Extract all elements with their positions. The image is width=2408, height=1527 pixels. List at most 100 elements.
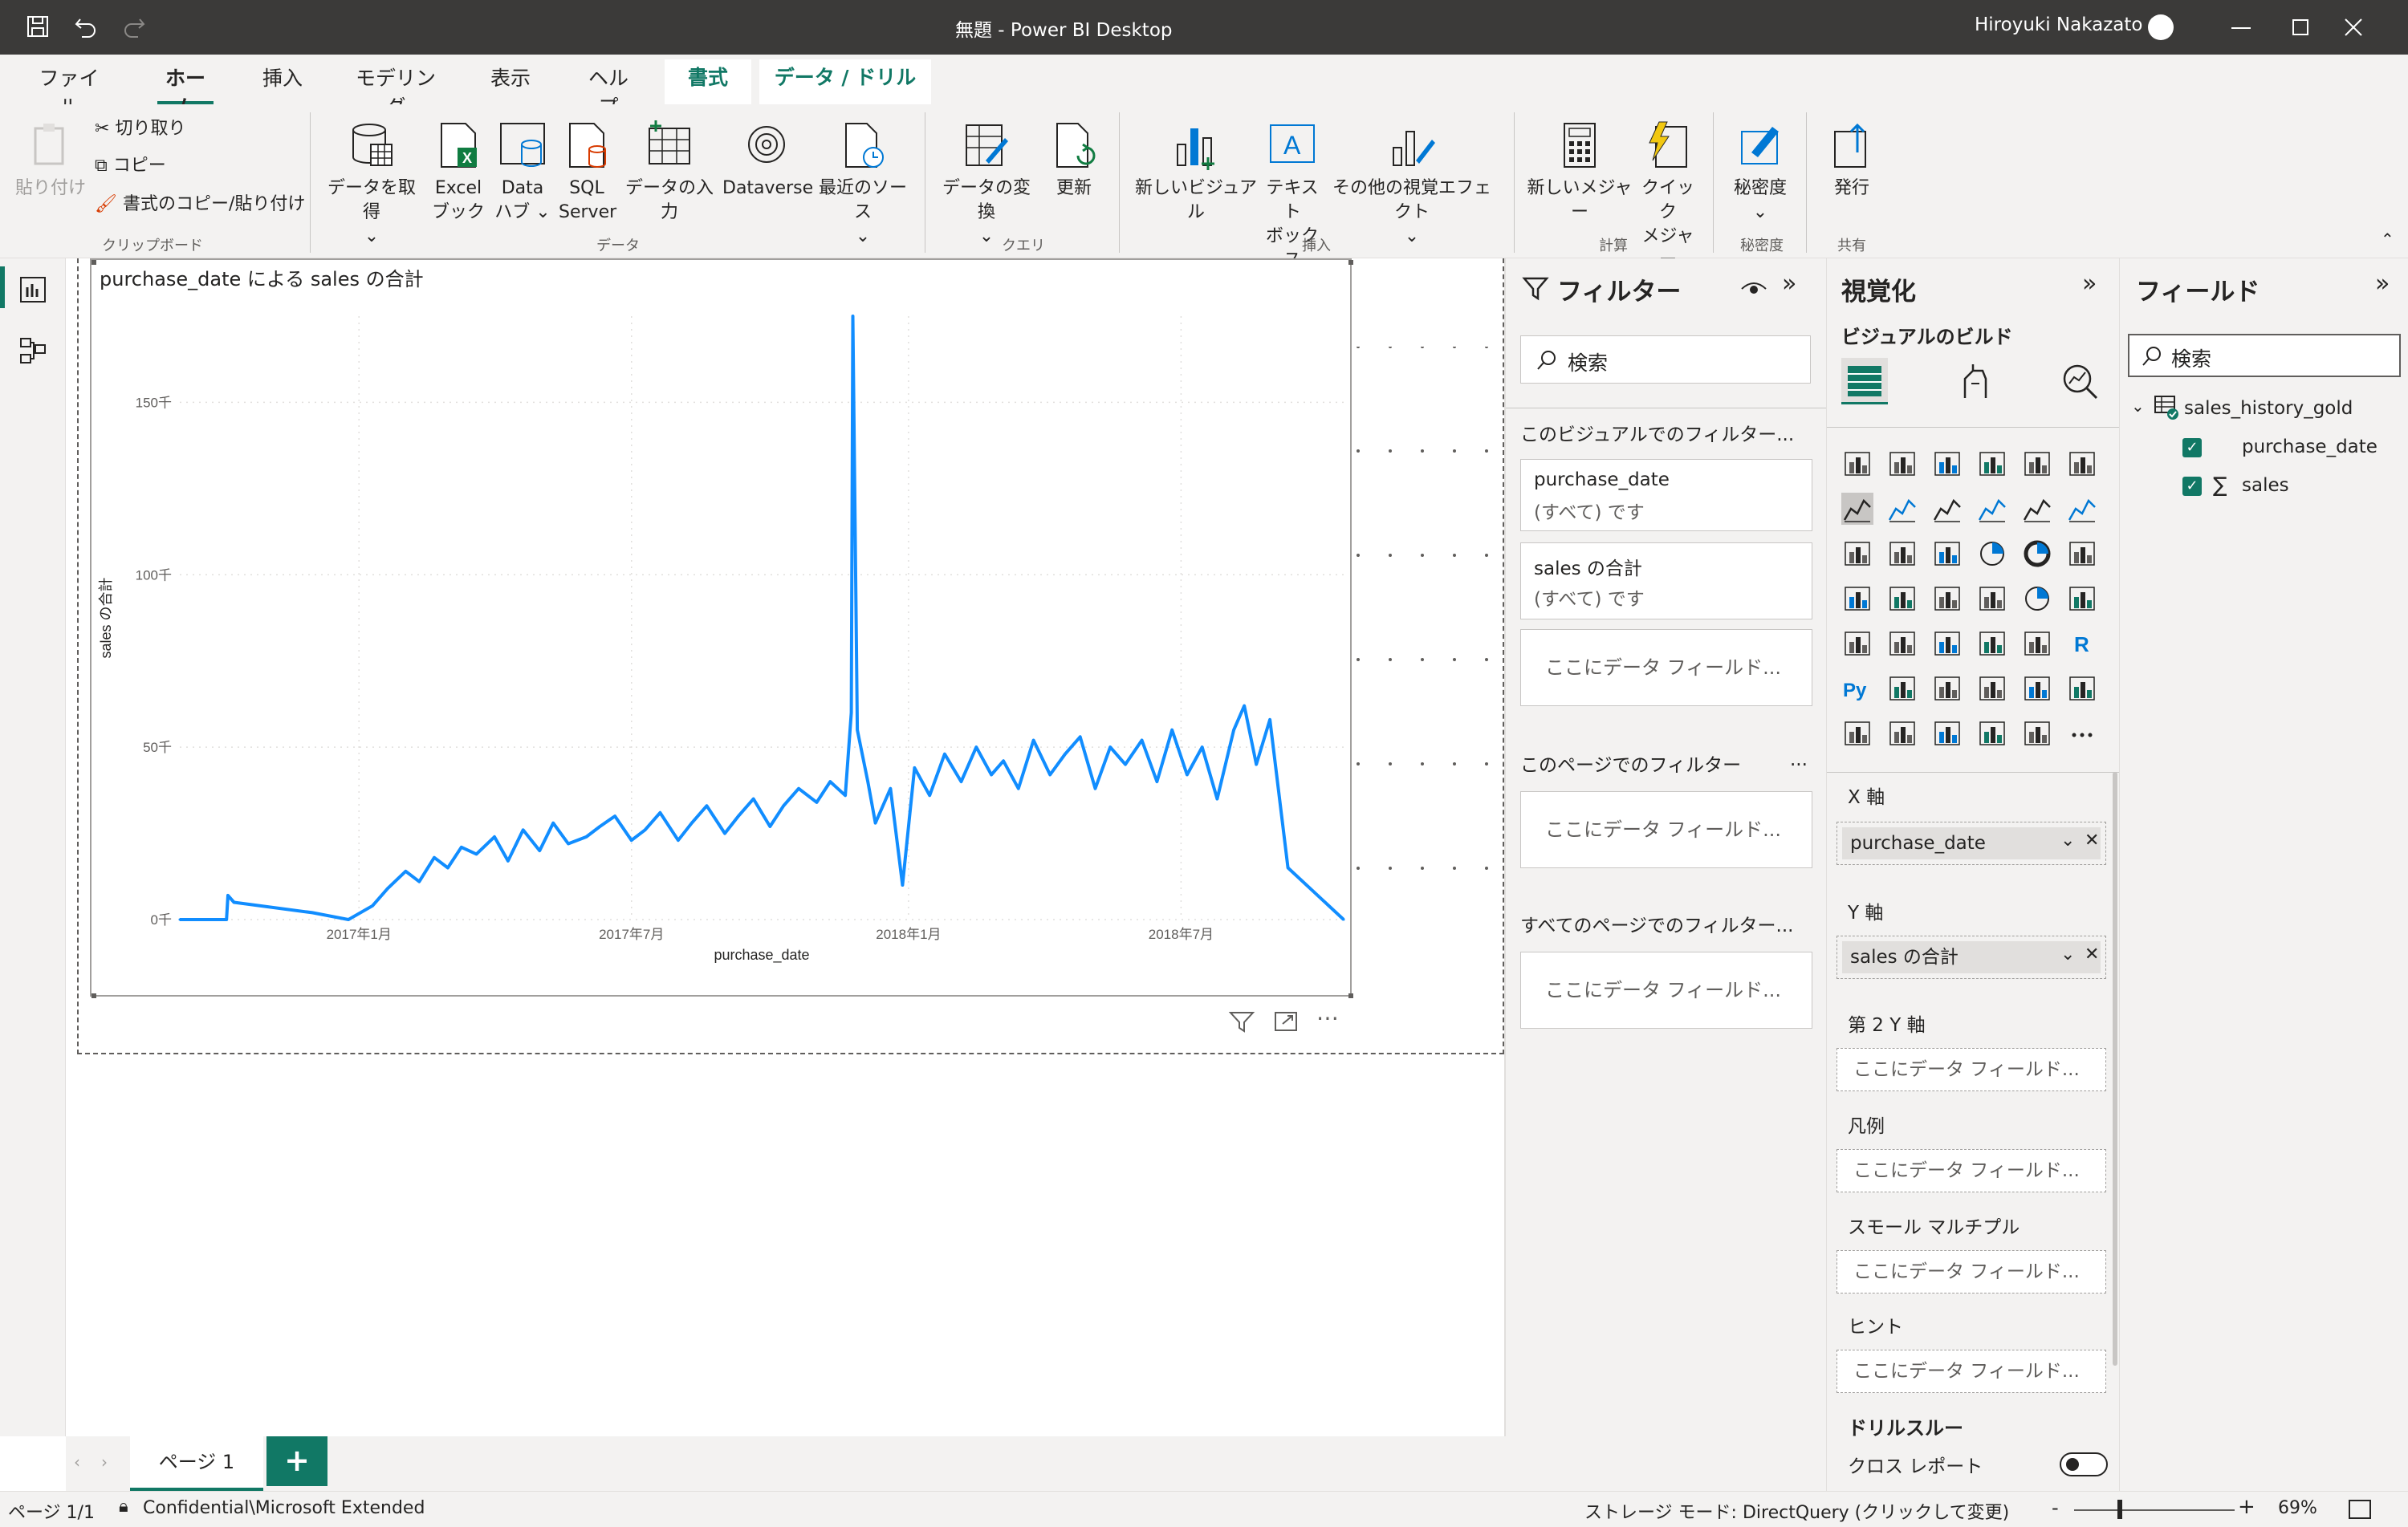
redo-icon[interactable] [122, 14, 146, 39]
avatar[interactable] [2148, 14, 2174, 40]
waterfall-icon[interactable] [1841, 538, 1873, 570]
format-visual-icon[interactable] [1954, 361, 1994, 401]
copy-button[interactable]: ⧉ コピー [95, 154, 166, 178]
stacked-column-icon[interactable] [1886, 448, 1918, 480]
remove-field-icon[interactable]: ✕ [2085, 944, 2099, 965]
checkbox-checked[interactable]: ✓ [2182, 477, 2202, 496]
focus-mode-icon[interactable] [1273, 1009, 1300, 1034]
power-automate-icon[interactable] [1931, 717, 1963, 749]
donut-icon[interactable] [2021, 538, 2053, 570]
zoom-in-icon[interactable]: + [2238, 1495, 2255, 1519]
100-stacked-column-icon[interactable] [2066, 448, 2098, 480]
stacked-area-icon[interactable] [1931, 493, 1963, 525]
fit-to-page-icon[interactable] [2349, 1500, 2371, 1519]
line-clustered-column-icon[interactable] [2021, 493, 2053, 525]
cross-report-toggle[interactable] [2060, 1452, 2108, 1476]
report-canvas[interactable]: purchase_date による sales の合計 0千 50千 100千 150… [66, 258, 1504, 1436]
undo-icon[interactable] [74, 14, 98, 39]
line-chart-visual[interactable]: purchase_date による sales の合計 0千 50千 100千 150… [90, 258, 1353, 998]
add-page-button[interactable]: + [266, 1436, 327, 1486]
card-icon[interactable] [2066, 583, 2098, 615]
key-influencers-icon[interactable] [1886, 672, 1918, 705]
tab-help[interactable]: ヘルプ [580, 64, 637, 119]
page-filters-more-icon[interactable]: ... [1790, 749, 1808, 770]
filter-card-purchase-date[interactable]: purchase_date (すべて) です [1520, 459, 1812, 531]
minimize-icon[interactable] [2231, 27, 2251, 29]
diamond-icon[interactable] [1976, 717, 2008, 749]
analytics-icon[interactable] [2060, 361, 2100, 401]
refresh-button[interactable]: 更新 [1043, 120, 1104, 201]
paste-button[interactable]: 貼り付け [14, 120, 87, 201]
tab-home[interactable]: ホーム [157, 64, 214, 119]
checkbox-checked[interactable]: ✓ [2182, 438, 2202, 457]
filled-map-icon[interactable] [1886, 583, 1918, 615]
area-icon[interactable] [1886, 493, 1918, 525]
scatter-icon[interactable] [1931, 538, 1963, 570]
new-measure-button[interactable]: 新しいメジャー [1523, 120, 1636, 225]
tab-modeling[interactable]: モデリング [352, 64, 440, 119]
field-purchase-date[interactable]: purchase_date [2242, 437, 2377, 457]
tooltips-well[interactable]: ここにデータ フィールド... [1837, 1350, 2106, 1393]
tab-format[interactable]: 書式 [665, 59, 751, 104]
filter-card-sales-sum[interactable]: sales の合計 (すべて) です [1520, 542, 1812, 619]
sql-server-button[interactable]: SQL Server [559, 120, 616, 225]
collapse-fields-icon[interactable]: » [2375, 270, 2390, 298]
ribbon-icon[interactable] [2066, 493, 2098, 525]
get-data-button[interactable]: データを取得 ⌄ [319, 120, 424, 249]
field-sales[interactable]: sales [2242, 475, 2289, 496]
tab-file[interactable]: ファイル [35, 64, 103, 119]
close-icon[interactable] [2344, 18, 2363, 37]
prev-page-icon[interactable]: ‹ [74, 1452, 80, 1472]
expand-table-icon[interactable]: ⌄ [2131, 396, 2145, 416]
slicer-icon[interactable] [1931, 627, 1963, 660]
collapse-ribbon-icon[interactable]: ⌃ [2381, 229, 2394, 249]
sensitivity-button[interactable]: 秘密度 ⌄ [1724, 120, 1796, 225]
matrix-icon[interactable] [2021, 627, 2053, 660]
visual-filter-drop-zone[interactable]: ここにデータ フィールド... [1520, 629, 1812, 706]
collapse-filters-icon[interactable]: » [1782, 270, 1796, 298]
kpi-icon[interactable] [1886, 627, 1918, 660]
azure-map-icon[interactable] [1976, 583, 2008, 615]
zoom-out-icon[interactable]: - [2052, 1497, 2059, 1519]
next-page-icon[interactable]: › [101, 1452, 108, 1472]
sensitivity-label-status[interactable]: Confidential\Microsoft Extended [143, 1498, 425, 1518]
remove-field-icon[interactable]: ✕ [2085, 831, 2099, 851]
zoom-slider[interactable] [2074, 1509, 2235, 1511]
stacked-bar-icon[interactable] [1841, 448, 1873, 480]
more-options-icon[interactable]: ⋯ [1316, 1005, 1339, 1031]
more-visuals-button[interactable]: その他の視覚エフェクト ⌄ [1326, 120, 1498, 249]
page-filter-drop-zone[interactable]: ここにデータ フィールド... [1520, 791, 1812, 868]
transform-data-button[interactable]: データの変換 ⌄ [934, 120, 1039, 249]
clustered-column-icon[interactable] [1976, 448, 2008, 480]
user-name[interactable]: Hiroyuki Nakazato [1975, 14, 2142, 35]
enter-data-button[interactable]: データの入力 [620, 120, 719, 225]
tab-insert[interactable]: 挿入 [258, 64, 307, 104]
cut-button[interactable]: ✂ 切り取り [95, 117, 185, 141]
more-icon[interactable] [2066, 717, 2098, 749]
tab-view[interactable]: 表示 [486, 64, 535, 104]
pie-icon[interactable] [1976, 538, 2008, 570]
metrics-icon[interactable] [2066, 672, 2098, 705]
page-tab-1[interactable]: ページ 1 [130, 1436, 263, 1491]
build-visual-tab[interactable] [1841, 358, 1888, 404]
new-visual-button[interactable]: 新しいビジュアル [1132, 120, 1260, 225]
table-icon[interactable] [1976, 627, 2008, 660]
filter-icon[interactable] [1228, 1009, 1255, 1034]
decomposition-tree-icon[interactable] [1931, 672, 1963, 705]
paginated-report-icon[interactable] [1841, 717, 1873, 749]
dataverse-button[interactable]: Dataverse [722, 120, 813, 201]
tab-data-drill[interactable]: データ / ドリル [759, 59, 931, 104]
legend-well[interactable]: ここにデータ フィールド... [1837, 1149, 2106, 1192]
funnel-icon[interactable] [1886, 538, 1918, 570]
chevron-icon[interactable] [2021, 717, 2053, 749]
restore-icon[interactable] [2292, 19, 2308, 35]
power-apps-icon[interactable] [1886, 717, 1918, 749]
y-axis-well[interactable]: sales の合計 ⌄ ✕ [1837, 936, 2106, 979]
report-view-icon[interactable] [19, 276, 47, 303]
map-icon[interactable] [1841, 583, 1873, 615]
recent-sources-button[interactable]: 最近のソース ⌄ [812, 120, 913, 249]
data-hub-button[interactable]: Data ハブ ⌄ [494, 120, 551, 225]
line-icon[interactable] [1841, 493, 1873, 525]
all-pages-filter-drop-zone[interactable]: ここにデータ フィールド... [1520, 952, 1812, 1029]
x-axis-well[interactable]: purchase_date ⌄ ✕ [1837, 822, 2106, 865]
